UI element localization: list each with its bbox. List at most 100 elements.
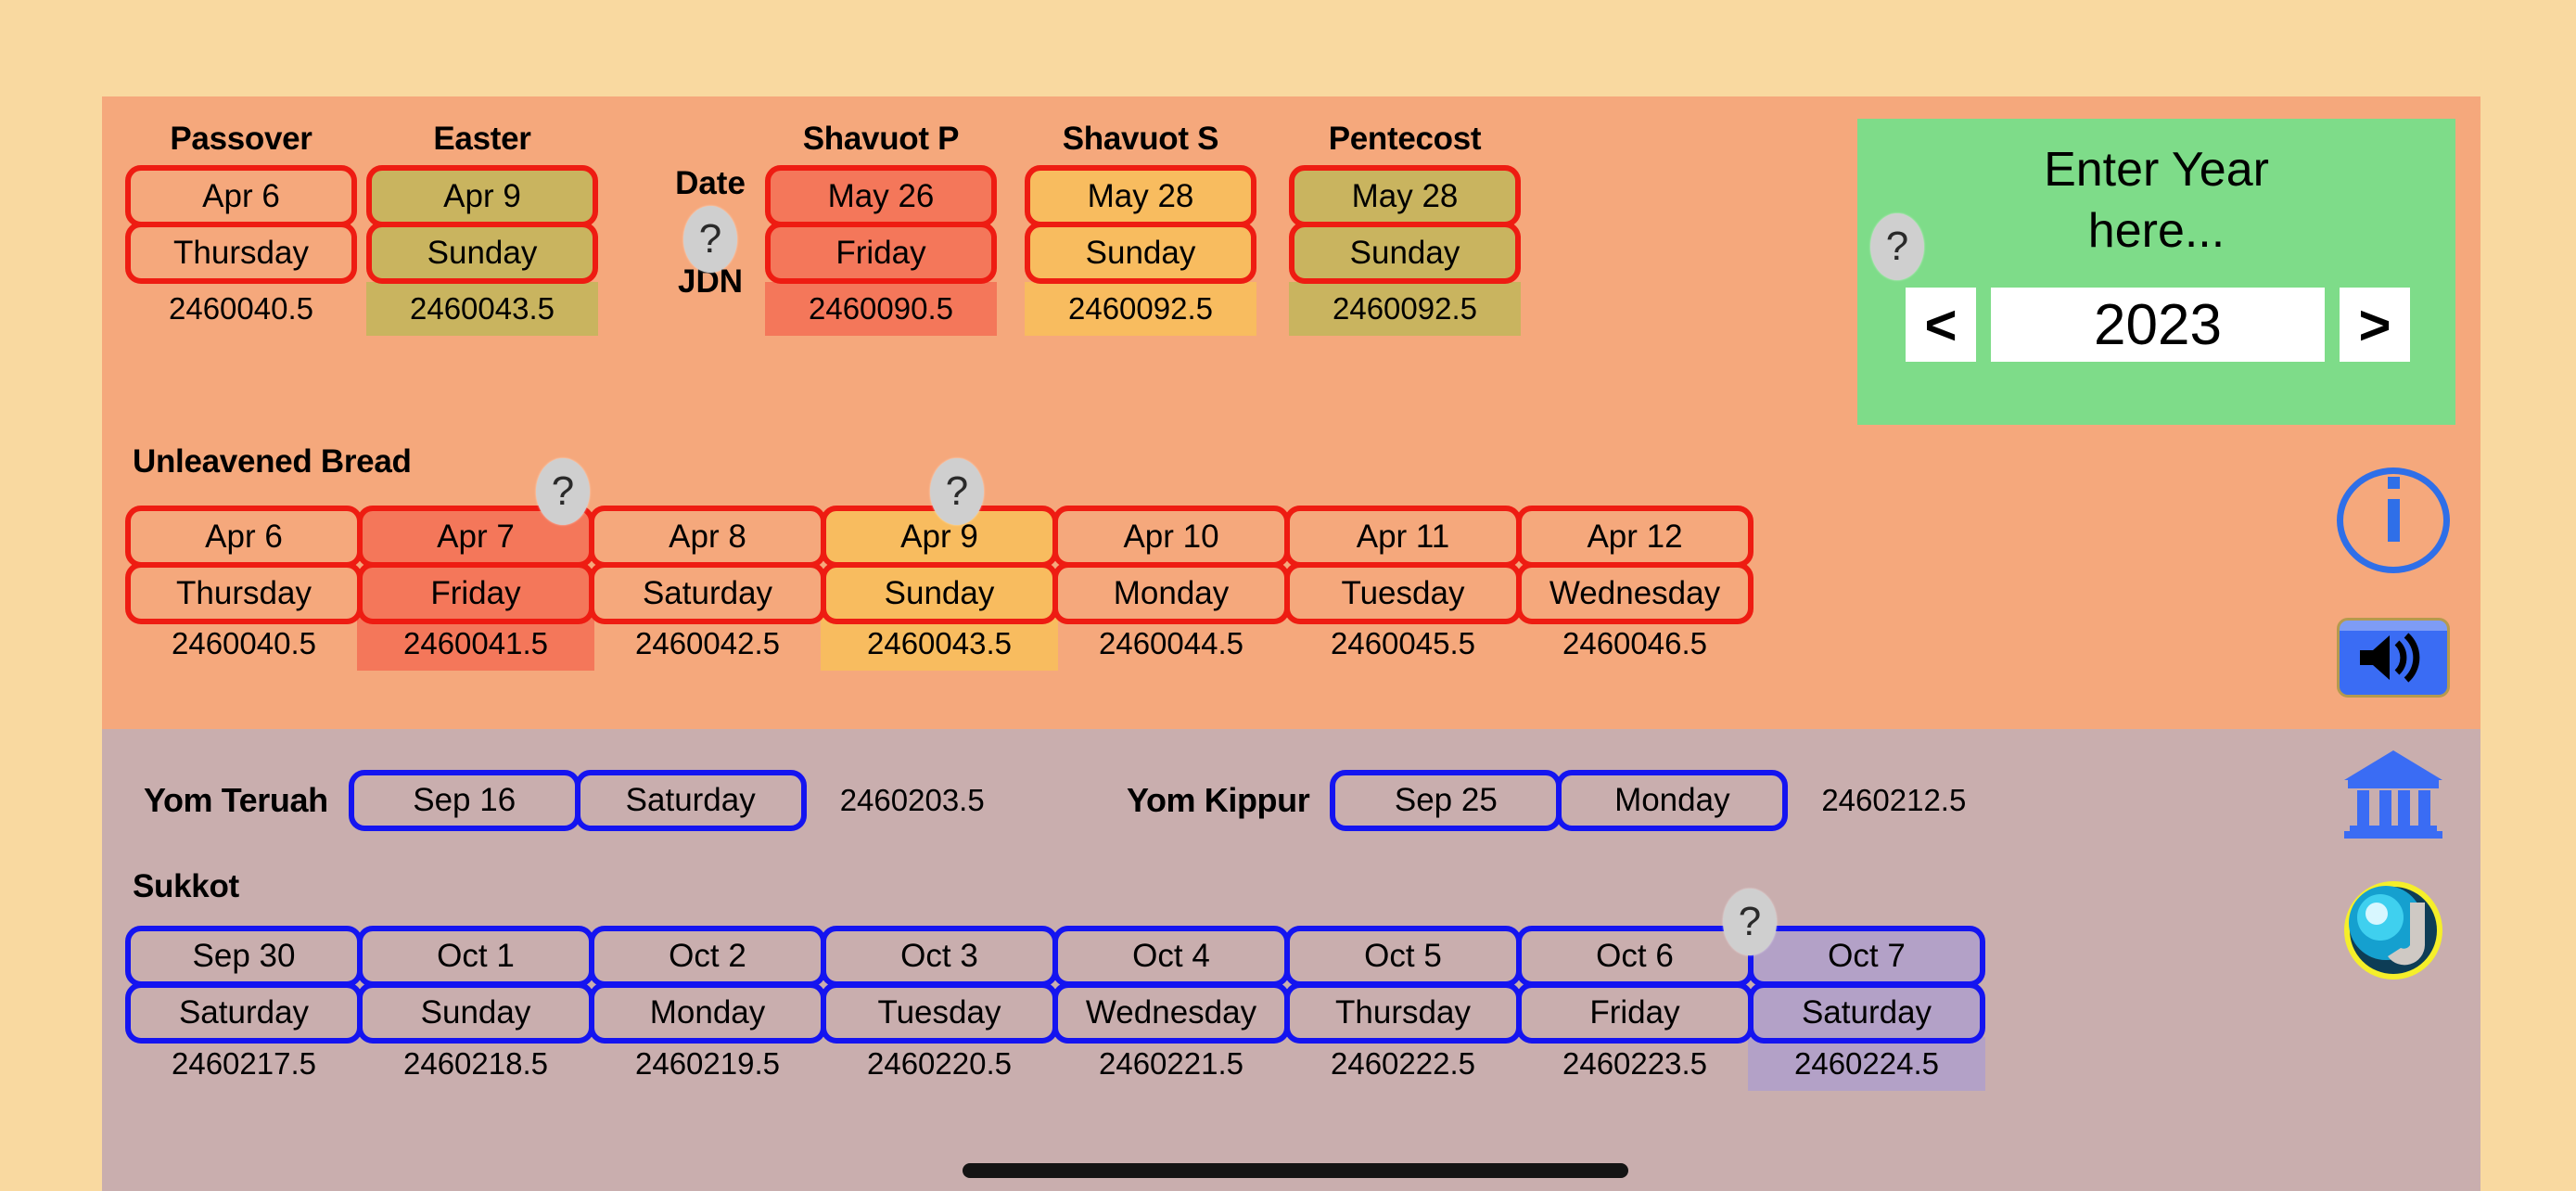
feast-weekday-cell[interactable]: Sunday: [1025, 222, 1256, 284]
table-cell: 2460044.5: [1052, 619, 1290, 671]
table-cell: Wednesday: [1516, 562, 1753, 624]
yom-teruah-weekday-cell[interactable]: Saturday: [574, 770, 807, 831]
unleavened-date: Apr 6: [205, 518, 283, 555]
table-cell: Oct 4: [1052, 926, 1290, 987]
unleavened-weekday-cell[interactable]: Tuesday: [1284, 562, 1522, 624]
sukkot-weekday-cell[interactable]: Friday: [1516, 982, 1753, 1044]
sukkot-weekday-cell[interactable]: Thursday: [1284, 982, 1522, 1044]
unleavened-date: Apr 7: [437, 518, 515, 555]
unleavened-date-cell[interactable]: Apr 6: [125, 506, 363, 568]
unleavened-date-cell[interactable]: Apr 12: [1516, 506, 1753, 568]
unleavened-weekday-cell[interactable]: Thursday: [125, 562, 363, 624]
table-cell: 2460218.5: [357, 1039, 594, 1091]
globe-j-button[interactable]: [2337, 876, 2450, 989]
sound-button[interactable]: [2337, 601, 2450, 714]
unleavened-weekday-cell[interactable]: Monday: [1052, 562, 1290, 624]
help-icon-sukkot[interactable]: ?: [1723, 889, 1777, 955]
feast-weekday: Friday: [835, 234, 926, 271]
unleavened-weekday: Wednesday: [1549, 574, 1721, 611]
prev-year-button[interactable]: <: [1906, 288, 1976, 362]
sukkot-weekday-cell[interactable]: Tuesday: [821, 982, 1058, 1044]
table-cell: Oct 3: [821, 926, 1058, 987]
year-title-line2: here...: [2087, 204, 2225, 258]
yom-kippur-weekday-cell[interactable]: Monday: [1556, 770, 1789, 831]
feast-weekday-cell[interactable]: Sunday: [1289, 222, 1521, 284]
table-cell: Saturday: [1748, 982, 1985, 1044]
sukkot-weekday: Thursday: [1335, 994, 1471, 1031]
info-icon: [2337, 467, 2450, 573]
unleavened-date: Apr 10: [1123, 518, 1219, 555]
feast-date-cell[interactable]: Apr 9: [366, 165, 598, 227]
sound-icon: [2337, 618, 2450, 698]
unleavened-weekday-cell[interactable]: Sunday: [821, 562, 1058, 624]
sukkot-date-cell[interactable]: Oct 7: [1748, 926, 1985, 987]
sukkot-weekday: Saturday: [1801, 994, 1932, 1031]
feast-date-cell[interactable]: Apr 6: [125, 165, 357, 227]
feast-weekday-cell[interactable]: Friday: [765, 222, 997, 284]
feast-name: Shavuot S: [1062, 121, 1219, 157]
yom-teruah-date: Sep 16: [413, 782, 516, 818]
temple-button[interactable]: [2337, 738, 2450, 852]
home-indicator: [963, 1163, 1628, 1178]
sukkot-weekday: Tuesday: [877, 994, 1001, 1031]
unleavened-jdn: 2460043.5: [821, 617, 1058, 671]
yom-kippur-date-cell[interactable]: Sep 25: [1330, 770, 1562, 831]
help-icon-date[interactable]: ?: [683, 206, 737, 273]
sukkot-date-cell[interactable]: Oct 2: [589, 926, 826, 987]
table-cell: 2460041.5: [357, 617, 594, 671]
sukkot-date-cell[interactable]: Oct 1: [357, 926, 594, 987]
table-cell: 2460042.5: [589, 619, 826, 671]
sukkot-date-cell[interactable]: Oct 6: [1516, 926, 1753, 987]
year-input[interactable]: 2023: [1991, 288, 2325, 362]
help-icon-unleavened-a[interactable]: ?: [536, 458, 590, 525]
sukkot-weekday: Friday: [1589, 994, 1680, 1031]
feast-date-cell[interactable]: May 28: [1025, 165, 1256, 227]
feast-date-cell[interactable]: May 26: [765, 165, 997, 227]
help-icon-year[interactable]: ?: [1870, 213, 1924, 280]
yom-teruah-weekday: Saturday: [625, 782, 756, 818]
year-stepper: < 2023 >: [1906, 288, 2410, 362]
feast-jdn: 2460092.5: [1289, 282, 1521, 336]
unleavened-weekday-cell[interactable]: Wednesday: [1516, 562, 1753, 624]
feast-jdn: 2460040.5: [169, 291, 313, 326]
info-button[interactable]: [2337, 464, 2450, 577]
unleavened-date-cell[interactable]: Apr 11: [1284, 506, 1522, 568]
sukkot-weekday-cell[interactable]: Sunday: [357, 982, 594, 1044]
table-cell: 2460043.5: [821, 617, 1058, 671]
yom-teruah-date-cell[interactable]: Sep 16: [348, 770, 580, 831]
table-cell: 2460223.5: [1516, 1039, 1753, 1091]
unleavened-weekday: Monday: [1113, 574, 1230, 611]
year-selector-panel: Enter Year here... ? < 2023 >: [1857, 119, 2455, 425]
sukkot-weekday-cell[interactable]: Saturday: [1748, 982, 1985, 1044]
sukkot-date-cell[interactable]: Oct 3: [821, 926, 1058, 987]
table-cell: 2460040.5: [125, 619, 363, 671]
table-cell: Tuesday: [1284, 562, 1522, 624]
sukkot-date: Oct 5: [1364, 938, 1442, 974]
globe-j-icon: [2341, 878, 2445, 987]
sukkot-weekday-cell[interactable]: Wednesday: [1052, 982, 1290, 1044]
sukkot-jdn: 2460224.5: [1748, 1037, 1985, 1091]
unleavened-weekday-cell[interactable]: Saturday: [589, 562, 826, 624]
unleavened-weekday: Sunday: [884, 574, 995, 611]
feast-weekday-cell[interactable]: Thursday: [125, 222, 357, 284]
sukkot-date-cell[interactable]: Sep 30: [125, 926, 363, 987]
feast-date-cell[interactable]: May 28: [1289, 165, 1521, 227]
sukkot-date-cell[interactable]: Oct 5: [1284, 926, 1522, 987]
sukkot-weekday-cell[interactable]: Saturday: [125, 982, 363, 1044]
unleavened-date: Apr 11: [1356, 518, 1450, 555]
sukkot-date-cell[interactable]: Oct 4: [1052, 926, 1290, 987]
next-year-button[interactable]: >: [2340, 288, 2410, 362]
feast-weekday-cell[interactable]: Sunday: [366, 222, 598, 284]
table-cell: Sunday: [821, 562, 1058, 624]
sukkot-weekday-cell[interactable]: Monday: [589, 982, 826, 1044]
unleavened-date-cell[interactable]: Apr 10: [1052, 506, 1290, 568]
table-cell: Tuesday: [821, 982, 1058, 1044]
unleavened-date-cell[interactable]: Apr 8: [589, 506, 826, 568]
feast-column-pentecost: Pentecost May 28 Sunday 2460092.5: [1289, 119, 1521, 336]
unleavened-bread-title: Unleavened Bread: [133, 443, 412, 480]
help-icon-unleavened-b[interactable]: ?: [930, 458, 984, 525]
info-glyph: [2387, 477, 2400, 542]
unleavened-weekday-cell[interactable]: Friday: [357, 562, 594, 624]
table-cell: Thursday: [1284, 982, 1522, 1044]
unleavened-jdn: 2460041.5: [357, 617, 594, 671]
